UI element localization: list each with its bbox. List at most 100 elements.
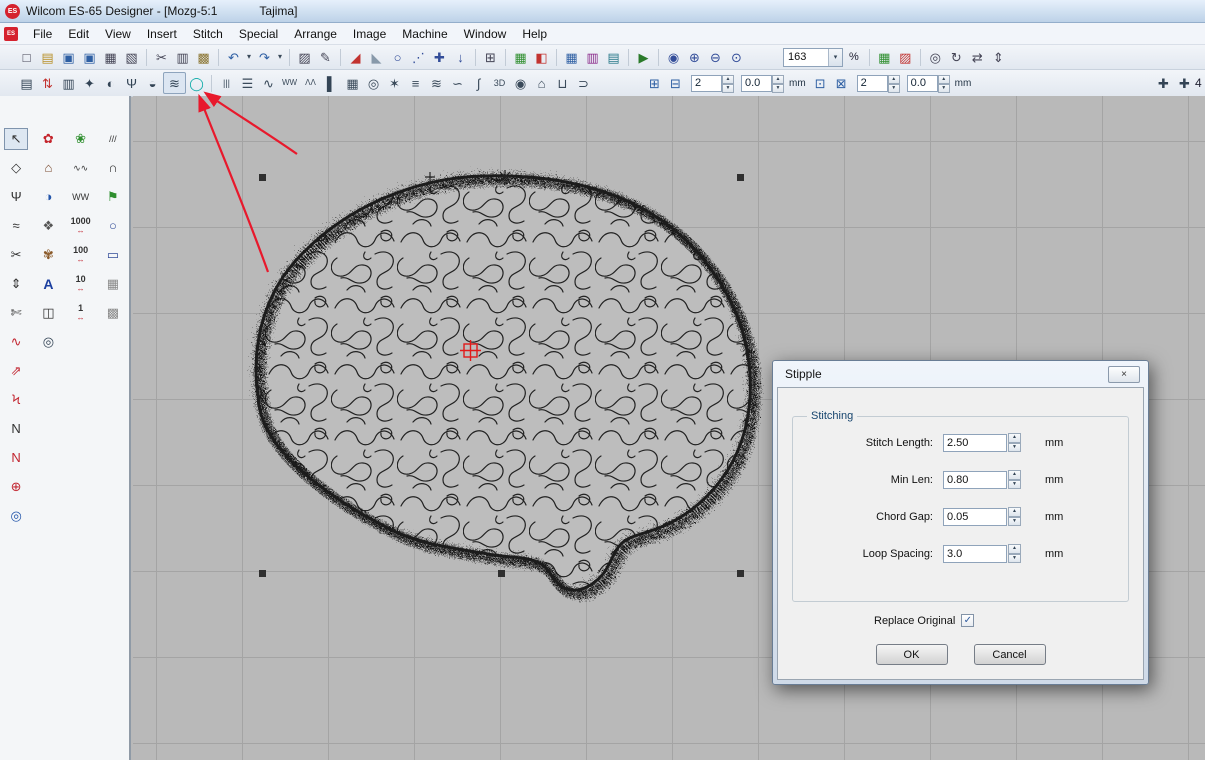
sculpture-run-icon[interactable]: ∿ bbox=[258, 73, 279, 93]
new-design-icon[interactable]: □ bbox=[16, 47, 37, 67]
run-stitch-icon[interactable]: ||| bbox=[216, 73, 237, 93]
measure-tool[interactable]: ⇕ bbox=[4, 273, 28, 295]
spacing-value-spinner[interactable]: ▲▼ bbox=[772, 75, 784, 92]
freehand-tool[interactable]: ≈ bbox=[4, 215, 28, 237]
hatch-lines-tool[interactable]: /// bbox=[101, 128, 125, 150]
redo-history-icon[interactable]: ▾ bbox=[275, 47, 285, 67]
undo-history-icon[interactable]: ▾ bbox=[244, 47, 254, 67]
dialog-close-button[interactable]: × bbox=[1108, 366, 1140, 383]
kiosk-icon[interactable]: ▥ bbox=[582, 47, 603, 67]
selection-handle[interactable] bbox=[259, 570, 266, 577]
zoom-1to1-icon[interactable]: ◉ bbox=[663, 47, 684, 67]
zoom-level-combo[interactable]: 163 ▾ bbox=[783, 48, 843, 67]
applique-icon[interactable]: ⌂ bbox=[531, 73, 552, 93]
ellipse-tool[interactable]: ○ bbox=[101, 215, 125, 237]
hoop-tool[interactable]: ◎ bbox=[36, 331, 60, 353]
zoom-out-icon[interactable]: ⊖ bbox=[705, 47, 726, 67]
jagged-run-tool[interactable]: ⇗ bbox=[4, 360, 28, 382]
nudge-design-icon[interactable]: ✚ bbox=[1153, 73, 1174, 93]
menu-item-machine[interactable]: Machine bbox=[394, 25, 455, 43]
column-offset-icon[interactable]: ⊠ bbox=[831, 73, 852, 93]
outline-design-icon[interactable]: ◒ bbox=[142, 73, 163, 93]
cut-icon[interactable]: ✂ bbox=[151, 47, 172, 67]
flag-tool[interactable]: ⚑ bbox=[101, 186, 125, 208]
menu-item-window[interactable]: Window bbox=[456, 25, 515, 43]
menu-item-edit[interactable]: Edit bbox=[60, 25, 97, 43]
array-layout-icon[interactable]: ▦ bbox=[561, 47, 582, 67]
n-stitch-tool[interactable]: N bbox=[4, 418, 28, 440]
flower-digitize-tool[interactable]: ✿ bbox=[36, 128, 60, 150]
selection-handle[interactable] bbox=[737, 570, 744, 577]
menu-item-help[interactable]: Help bbox=[514, 25, 555, 43]
row-spacing-icon[interactable]: ⊡ bbox=[810, 73, 831, 93]
scale-1000-tool[interactable]: 1000↔ bbox=[69, 215, 93, 237]
motif-run-icon[interactable]: WW bbox=[279, 73, 300, 93]
offset-count-spinner[interactable]: ▲▼ bbox=[888, 75, 900, 92]
background-color-icon[interactable]: ▨ bbox=[895, 47, 916, 67]
3d-warp-icon[interactable]: 3D bbox=[489, 73, 510, 93]
texture-fill-tool[interactable]: ▦ bbox=[101, 273, 125, 295]
stipple-run-tool[interactable]: ≋ bbox=[163, 72, 186, 94]
dotted-select-icon[interactable]: ⋰ bbox=[408, 47, 429, 67]
texture-fill2-tool[interactable]: ▩ bbox=[101, 302, 125, 324]
menu-item-view[interactable]: View bbox=[97, 25, 139, 43]
spacing-count-spinner[interactable]: ▲▼ bbox=[722, 75, 734, 92]
document-icon[interactable]: ES bbox=[4, 27, 18, 41]
rotate-design-icon[interactable]: ↻ bbox=[946, 47, 967, 67]
scale-100-tool[interactable]: 100↔ bbox=[69, 244, 93, 266]
stitch-length-spinner[interactable]: ▲▼ bbox=[1008, 433, 1021, 452]
motif-ww-tool[interactable]: WW bbox=[69, 186, 93, 208]
thread-colors-icon[interactable]: ▦ bbox=[874, 47, 895, 67]
lettering-tool[interactable]: A bbox=[36, 273, 60, 295]
menu-item-insert[interactable]: Insert bbox=[139, 25, 185, 43]
globe-tool[interactable]: ◑ bbox=[36, 186, 60, 208]
cancel-button[interactable]: Cancel bbox=[974, 644, 1046, 665]
applique-house-tool[interactable]: ⌂ bbox=[36, 157, 60, 179]
sequin-icon[interactable]: ◉ bbox=[510, 73, 531, 93]
buttonhole-icon[interactable]: ⊔ bbox=[552, 73, 573, 93]
fusion-fill-icon[interactable]: ≋ bbox=[426, 73, 447, 93]
chord-gap-input[interactable] bbox=[943, 508, 1007, 526]
selection-handle[interactable] bbox=[259, 174, 266, 181]
loop-spacing-input[interactable] bbox=[943, 545, 1007, 563]
open-design-icon[interactable]: ▤ bbox=[37, 47, 58, 67]
menu-item-image[interactable]: Image bbox=[345, 25, 394, 43]
color-film-icon[interactable]: ◧ bbox=[531, 47, 552, 67]
liquid-effect-icon[interactable]: ∫ bbox=[468, 73, 489, 93]
pattern-stamp-tool[interactable]: ❖ bbox=[36, 215, 60, 237]
morphing-icon[interactable]: ◐ bbox=[100, 73, 121, 93]
menu-item-stitch[interactable]: Stitch bbox=[185, 25, 231, 43]
ring-tool[interactable]: ◎ bbox=[4, 505, 28, 527]
grid-toggle-icon[interactable]: ⊞ bbox=[480, 47, 501, 67]
save-design-icon[interactable]: ▣ bbox=[58, 47, 79, 67]
satin-stitch-icon[interactable]: ▌ bbox=[321, 73, 342, 93]
copy-icon[interactable]: ▥ bbox=[172, 47, 193, 67]
motif-fill-icon[interactable]: ✶ bbox=[384, 73, 405, 93]
stitch-density-icon[interactable]: ⊟ bbox=[665, 73, 686, 93]
cut-line-tool[interactable]: ✄ bbox=[4, 302, 28, 324]
selection-handle[interactable] bbox=[737, 174, 744, 181]
design-properties-icon[interactable]: ✎ bbox=[315, 47, 336, 67]
scale-design-icon[interactable]: ⇕ bbox=[988, 47, 1009, 67]
dockers-icon[interactable]: ▤ bbox=[16, 73, 37, 93]
replace-original-checkbox[interactable]: ✓ bbox=[961, 614, 974, 627]
scissors-tool[interactable]: ✂ bbox=[4, 244, 28, 266]
magic-wand-icon[interactable]: ◣ bbox=[366, 47, 387, 67]
zoom-box-icon[interactable]: ⊙ bbox=[726, 47, 747, 67]
n-stitch-red-tool[interactable]: N bbox=[4, 447, 28, 469]
motif-mm-tool[interactable]: ∿∿ bbox=[69, 157, 93, 179]
spiral-fill-icon[interactable]: ◎ bbox=[363, 73, 384, 93]
lightning-run-tool[interactable]: Ϟ bbox=[4, 389, 28, 411]
scale-1-tool[interactable]: 1↔ bbox=[69, 302, 93, 324]
team-names-icon[interactable]: ▤ bbox=[603, 47, 624, 67]
monogram-tool[interactable]: ◫ bbox=[36, 302, 60, 324]
zoom-in-icon[interactable]: ⊕ bbox=[684, 47, 705, 67]
needle-point-icon[interactable]: ↓ bbox=[450, 47, 471, 67]
hoop-display-icon[interactable]: ◎ bbox=[925, 47, 946, 67]
zoom-level-value[interactable]: 163 bbox=[784, 51, 828, 63]
circle-plus-tool[interactable]: ⊕ bbox=[4, 476, 28, 498]
auto-digitize-icon[interactable]: ◢ bbox=[345, 47, 366, 67]
stitch-spacing-icon[interactable]: ⊞ bbox=[644, 73, 665, 93]
min-len-input[interactable] bbox=[943, 471, 1007, 489]
redo-icon[interactable]: ↷ bbox=[254, 47, 275, 67]
